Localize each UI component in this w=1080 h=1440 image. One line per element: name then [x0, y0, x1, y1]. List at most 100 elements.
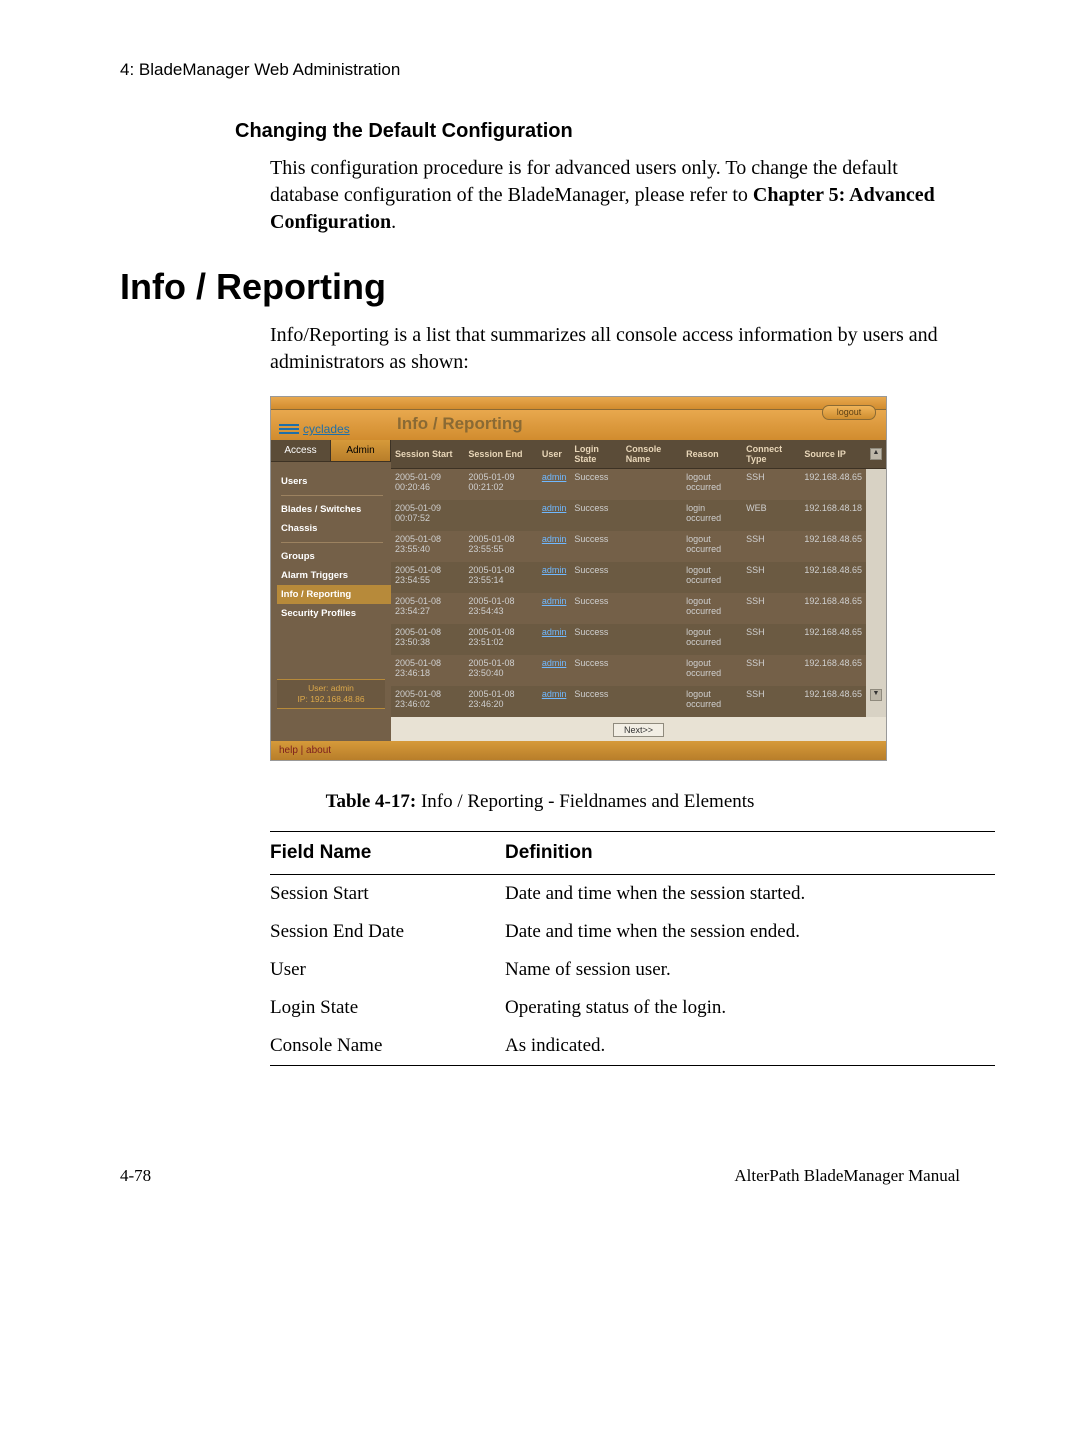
user-link[interactable]: admin — [542, 565, 567, 575]
cell: WEB — [742, 500, 800, 531]
def-field-definition: Name of session user. — [505, 951, 995, 989]
cell: 192.168.48.65 — [800, 593, 866, 624]
sidebar: Access Admin Users Blades / SwitchesChass… — [271, 440, 391, 741]
scrollbar-track[interactable] — [866, 655, 886, 686]
user-link[interactable]: admin — [542, 503, 567, 513]
cell: Success — [570, 469, 621, 501]
def-field-definition: Operating status of the login. — [505, 989, 995, 1027]
def-header-field: Field Name — [270, 832, 505, 875]
cell: 192.168.48.65 — [800, 469, 866, 501]
cell: SSH — [742, 562, 800, 593]
col-session-start: Session Start — [391, 440, 464, 469]
cell — [622, 593, 682, 624]
cell: 2005-01-08 23:54:27 — [391, 593, 464, 624]
cell: admin — [538, 624, 571, 655]
scroll-down-icon[interactable]: ▼ — [870, 689, 882, 701]
cell: admin — [538, 469, 571, 501]
col-login-state: Login State — [570, 440, 621, 469]
user-link[interactable]: admin — [542, 534, 567, 544]
logo-icon — [279, 424, 299, 436]
footer-page-number: 4-78 — [120, 1166, 151, 1186]
sidebar-item-blades-switches[interactable]: Blades / Switches — [281, 500, 391, 519]
sidebar-item-security-profiles[interactable]: Security Profiles — [281, 604, 391, 623]
user-link[interactable]: admin — [542, 658, 567, 668]
def-row: Session StartDate and time when the sess… — [270, 875, 995, 914]
section-body: This configuration procedure is for adva… — [270, 155, 960, 236]
cell: admin — [538, 562, 571, 593]
cell — [622, 686, 682, 717]
col-session-end: Session End — [464, 440, 537, 469]
report-table: Session StartSession EndUserLogin StateC… — [391, 440, 886, 717]
cell: 192.168.48.65 — [800, 531, 866, 562]
cell — [622, 500, 682, 531]
cell: 192.168.48.65 — [800, 655, 866, 686]
sidebar-item-alarm-triggers[interactable]: Alarm Triggers — [281, 566, 391, 585]
caption-bold: Table 4-17: — [326, 791, 417, 812]
col-source-ip: Source IP — [800, 440, 866, 469]
cell: Success — [570, 655, 621, 686]
app-page-title: Info / Reporting — [393, 410, 886, 440]
def-row: UserName of session user. — [270, 951, 995, 989]
cell — [622, 531, 682, 562]
brand-logo: cyclades — [271, 420, 393, 440]
app-top-bar: logout — [271, 397, 886, 410]
cell: Success — [570, 624, 621, 655]
cell: 2005-01-08 23:50:40 — [464, 655, 537, 686]
table-row: 2005-01-08 23:55:402005-01-08 23:55:55 ad… — [391, 531, 886, 562]
cell: Success — [570, 593, 621, 624]
table-row: 2005-01-08 23:54:552005-01-08 23:55:14ad… — [391, 562, 886, 593]
cell — [622, 562, 682, 593]
intro-text: Info/Reporting is a list that summarizes… — [270, 322, 960, 376]
scrollbar-track[interactable]: ▼ — [866, 686, 886, 717]
caption-rest: Info / Reporting - Fieldnames and Elemen… — [416, 791, 754, 812]
scrollbar-track[interactable] — [866, 593, 886, 624]
scrollbar-track[interactable] — [866, 531, 886, 562]
app-screenshot: logout cyclades Info / Reporting Access … — [270, 396, 887, 761]
sidebar-item-groups[interactable]: Groups — [281, 547, 391, 566]
user-link[interactable]: admin — [542, 596, 567, 606]
cell: 2005-01-08 23:55:40 — [391, 531, 464, 562]
sidebar-item-users[interactable]: Users — [281, 472, 391, 491]
tab-admin[interactable]: Admin — [331, 440, 391, 461]
scroll-up-icon[interactable]: ▲ — [870, 448, 882, 460]
def-field-name: Login State — [270, 989, 505, 1027]
cell: 2005-01-08 23:46:20 — [464, 686, 537, 717]
col-reason: Reason — [682, 440, 742, 469]
cell: SSH — [742, 531, 800, 562]
scrollbar-track[interactable]: ▲ — [866, 440, 886, 469]
cell: admin — [538, 500, 571, 531]
cell: SSH — [742, 686, 800, 717]
main-panel: Session StartSession EndUserLogin StateC… — [391, 440, 886, 741]
def-field-name: Session Start — [270, 875, 505, 914]
user-link[interactable]: admin — [542, 472, 567, 482]
cell: 2005-01-08 23:54:43 — [464, 593, 537, 624]
cell: Success — [570, 686, 621, 717]
cell — [622, 655, 682, 686]
def-field-name: Console Name — [270, 1027, 505, 1066]
table-row: 2005-01-08 23:54:272005-01-08 23:54:43 ad… — [391, 593, 886, 624]
cell: 2005-01-08 23:55:55 — [464, 531, 537, 562]
scrollbar-track[interactable] — [866, 500, 886, 531]
def-field-definition: Date and time when the session started. — [505, 875, 995, 914]
cell: 2005-01-09 00:21:02 — [464, 469, 537, 501]
logout-button[interactable]: logout — [822, 405, 876, 420]
cell: logout occurred — [682, 562, 742, 593]
pager-bar: Next>> — [391, 717, 886, 741]
sidebar-item-info-reporting[interactable]: Info / Reporting — [277, 585, 391, 604]
brand-text: cyclades — [303, 422, 350, 436]
next-button[interactable]: Next>> — [613, 723, 664, 737]
scrollbar-track[interactable] — [866, 624, 886, 655]
scrollbar-track[interactable] — [866, 562, 886, 593]
scrollbar-track[interactable] — [866, 469, 886, 501]
nav-list: Users Blades / SwitchesChassis GroupsAlarm… — [271, 462, 391, 629]
cell: login occurred — [682, 500, 742, 531]
sidebar-item-chassis[interactable]: Chassis — [281, 519, 391, 538]
cell: 192.168.48.65 — [800, 562, 866, 593]
tab-access[interactable]: Access — [271, 440, 331, 461]
user-link[interactable]: admin — [542, 689, 567, 699]
user-link[interactable]: admin — [542, 627, 567, 637]
help-about-bar[interactable]: help | about — [271, 741, 886, 760]
table-row: 2005-01-08 23:46:022005-01-08 23:46:20ad… — [391, 686, 886, 717]
cell: 2005-01-09 00:20:46 — [391, 469, 464, 501]
cell: 2005-01-08 23:51:02 — [464, 624, 537, 655]
